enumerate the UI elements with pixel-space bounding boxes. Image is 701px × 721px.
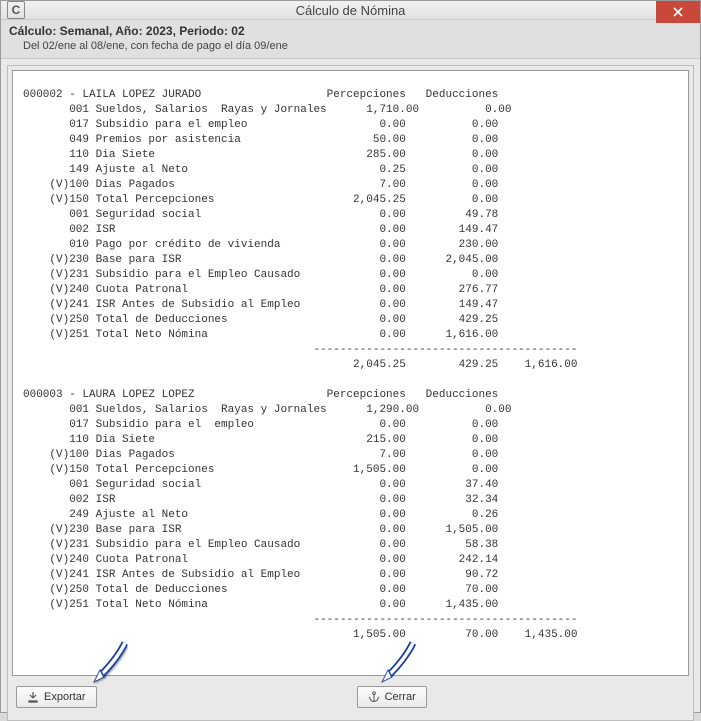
export-icon (27, 691, 39, 703)
payroll-window: C Cálculo de Nómina Cálculo: Semanal, Añ… (0, 0, 701, 713)
close-button[interactable]: Cerrar (357, 686, 427, 708)
window-title: Cálculo de Nómina (1, 3, 700, 18)
report-scroll-area[interactable]: 000002 - LAILA LOPEZ JURADO Percepciones… (12, 70, 689, 676)
app-icon: C (7, 1, 25, 19)
content-panel: 000002 - LAILA LOPEZ JURADO Percepciones… (7, 65, 694, 721)
calc-dates: Del 02/ene al 08/ene, con fecha de pago … (9, 40, 692, 52)
anchor-icon (368, 691, 380, 703)
button-row: Exportar Cerrar (8, 680, 693, 720)
payroll-report-text: 000002 - LAILA LOPEZ JURADO Percepciones… (13, 82, 688, 664)
export-button[interactable]: Exportar (16, 686, 97, 708)
titlebar: C Cálculo de Nómina (1, 1, 700, 20)
export-button-label: Exportar (44, 691, 86, 703)
window-close-button[interactable] (656, 1, 700, 23)
close-button-label: Cerrar (385, 691, 416, 703)
subheader: Cálculo: Semanal, Año: 2023, Periodo: 02… (1, 20, 700, 59)
calc-summary: Cálculo: Semanal, Año: 2023, Periodo: 02 (9, 24, 692, 38)
close-icon (673, 7, 683, 17)
